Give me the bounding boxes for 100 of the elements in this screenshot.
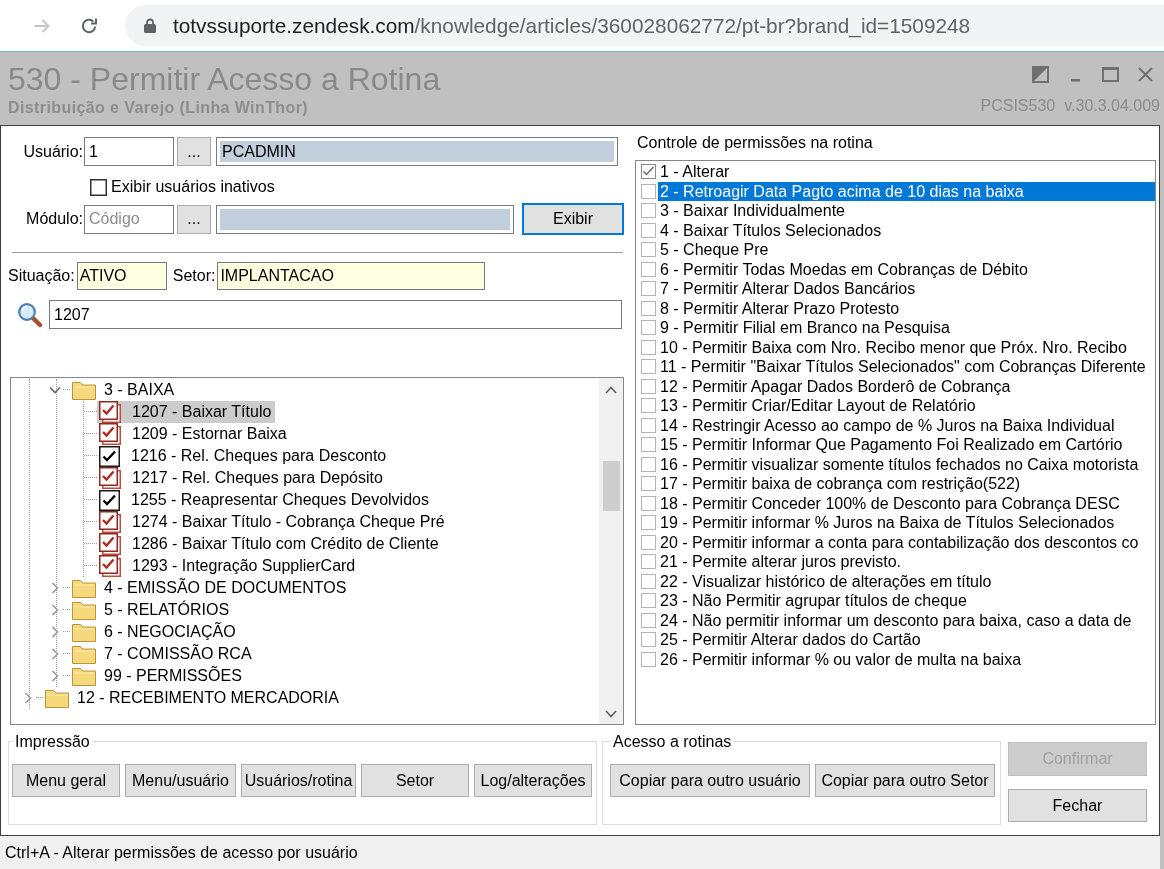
checkbox[interactable] [641, 612, 656, 628]
tree-item[interactable]: 1216 - Rel. Cheques para Desconto [97, 445, 391, 467]
permission-item[interactable]: 6 - Permitir Todas Moedas em Cobranças de Débito [658, 259, 1155, 279]
checkbox[interactable] [641, 651, 656, 667]
tree-item[interactable]: 3 - BAIXA [70, 379, 179, 401]
permission-item[interactable]: 12 - Permitir Apagar Dados Borderô de Cobrança [658, 376, 1155, 396]
permission-item[interactable]: 5 - Cheque Pre [658, 240, 1155, 260]
checkbox[interactable] [641, 164, 656, 180]
permission-item[interactable]: 23 - Não Permitir agrupar títulos de cheque [658, 591, 1155, 611]
permission-item[interactable]: 9 - Permitir Filial em Branco na Pesquisa [658, 318, 1155, 338]
tree-item[interactable]: 4 - EMISSÃO DE DOCUMENTOS [70, 577, 351, 599]
checkbox[interactable] [641, 593, 656, 609]
checkbox[interactable] [99, 489, 120, 511]
close-icon[interactable] [1137, 66, 1154, 83]
permission-item[interactable]: 22 - Visualizar histórico de alterações em título [658, 571, 1155, 591]
chevron-down-icon[interactable] [49, 384, 61, 396]
checkbox[interactable] [90, 178, 107, 196]
copy-button[interactable]: Copiar para outro usuário [610, 764, 810, 797]
checkbox[interactable] [641, 573, 656, 589]
permission-item[interactable]: 3 - Baixar Individualmente [658, 201, 1155, 221]
checkbox[interactable] [641, 437, 656, 453]
chevron-right-icon[interactable] [49, 648, 61, 660]
tree-item[interactable]: 1274 - Baixar Título - Cobrança Cheque Pré [97, 511, 449, 533]
tree-item[interactable]: 99 - PERMISSÕES [70, 665, 246, 687]
checkbox[interactable] [99, 533, 121, 555]
report-button[interactable]: Setor [361, 764, 469, 797]
chevron-down-icon[interactable] [605, 710, 617, 718]
tree-item[interactable]: 1293 - Integração SupplierCard [97, 555, 360, 577]
checkbox[interactable] [99, 423, 121, 445]
permission-item[interactable]: 24 - Não permitir informar um desconto para baixa, caso a data de [658, 610, 1155, 630]
checkbox[interactable] [641, 398, 656, 414]
permission-item[interactable]: 18 - Permitir Conceder 100% de Desconto para Cobrança DESC [658, 493, 1155, 513]
permission-item[interactable]: 14 - Restringir Acesso ao campo de % Juros na Baixa Individual [658, 415, 1155, 435]
checkbox[interactable] [641, 339, 656, 355]
permission-item[interactable]: 10 - Permitir Baixa com Nro. Recibo menor que Próx. Nro. Recibo [658, 337, 1155, 357]
report-button[interactable]: Menu/usuário [125, 764, 236, 797]
checkbox[interactable] [641, 203, 656, 219]
permission-item[interactable]: 19 - Permitir informar % Juros na Baixa de Títulos Selecionados [658, 513, 1155, 533]
chevron-right-icon[interactable] [49, 582, 61, 594]
checkbox[interactable] [99, 467, 121, 489]
permission-item[interactable]: 17 - Permitir baixa de cobrança com restrição(522) [658, 474, 1155, 494]
permission-item[interactable]: 7 - Permitir Alterar Dados Bancários [658, 279, 1155, 299]
tree-item[interactable]: 1207 - Baixar Título [97, 401, 276, 423]
report-button[interactable]: Usuários/rotina [241, 764, 356, 797]
permission-item[interactable]: 13 - Permitir Criar/Editar Layout de Relatório [658, 396, 1155, 416]
checkbox[interactable] [99, 445, 120, 467]
split-square-icon[interactable] [1032, 66, 1049, 83]
maximize-icon[interactable] [1102, 66, 1119, 83]
tree-item[interactable]: 6 - NEGOCIAÇÃO [70, 621, 240, 643]
user-code-input[interactable]: 1 [84, 137, 174, 166]
tree-item[interactable]: 1255 - Reapresentar Cheques Devolvidos [97, 489, 433, 511]
checkbox[interactable] [641, 300, 656, 316]
search-input[interactable]: 1207 [49, 300, 622, 329]
lookup-button[interactable]: ... [177, 204, 211, 234]
scrollbar[interactable] [599, 378, 623, 724]
permission-item[interactable]: 4 - Baixar Títulos Selecionados [658, 220, 1155, 240]
chevron-up-icon[interactable] [605, 386, 617, 394]
report-button[interactable]: Log/alterações [474, 764, 592, 797]
checkbox[interactable] [641, 183, 656, 199]
checkbox[interactable] [641, 554, 656, 570]
tree-item[interactable]: 12 - RECEBIMENTO MERCADORIA [43, 687, 343, 709]
checkbox[interactable] [99, 401, 121, 423]
checkbox[interactable] [99, 555, 121, 577]
permission-item[interactable]: 15 - Permitir Informar Que Pagamento Foi Realizado em Cartório [658, 435, 1155, 455]
checkbox[interactable] [99, 511, 121, 533]
address-bar[interactable]: totvssuporte.zendesk.com/knowledge/articles/360028062772/pt-br?brand_id=1509248 [125, 5, 1164, 46]
scrollbar-thumb[interactable] [602, 461, 620, 511]
chevron-right-icon[interactable] [49, 626, 61, 638]
checkbox[interactable] [641, 359, 656, 375]
tree-item[interactable]: 1217 - Rel. Cheques para Depósito [97, 467, 387, 489]
permission-item[interactable]: 20 - Permitir informar a conta para contabilização dos descontos co [658, 532, 1155, 552]
tree-item[interactable]: 1209 - Estornar Baixa [97, 423, 291, 445]
chevron-right-icon[interactable] [49, 670, 61, 682]
module-code-input[interactable]: Código [84, 204, 174, 234]
permission-item[interactable]: 25 - Permitir Alterar dados do Cartão [658, 630, 1155, 650]
report-button[interactable]: Menu geral [12, 764, 120, 797]
checkbox[interactable] [641, 417, 656, 433]
chevron-right-icon[interactable] [49, 604, 61, 616]
tree-item[interactable]: 7 - COMISSÃO RCA [70, 643, 256, 665]
checkbox[interactable] [641, 378, 656, 394]
checkbox[interactable] [641, 281, 656, 297]
checkbox[interactable] [641, 456, 656, 472]
action-button[interactable]: Fechar [1008, 789, 1147, 822]
permission-item[interactable]: 2 - Retroagir Data Pagto acima de 10 dias na baixa [658, 181, 1155, 201]
checkbox[interactable] [641, 632, 656, 648]
checkbox[interactable] [641, 222, 656, 238]
checkbox[interactable] [641, 320, 656, 336]
permission-item[interactable]: 21 - Permite alterar juros previsto. [658, 552, 1155, 572]
permission-item[interactable]: 11 - Permitir "Baixar Títulos Selecionados" com Cobranças Diferente [658, 357, 1155, 377]
permission-item[interactable]: 1 - Alterar [658, 162, 1155, 182]
checkbox[interactable] [641, 495, 656, 511]
checkbox[interactable] [641, 534, 656, 550]
tree-item[interactable]: 5 - RELATÓRIOS [70, 599, 234, 621]
permission-item[interactable]: 16 - Permitir visualizar somente títulos fechados no Caixa motorista [658, 454, 1155, 474]
chevron-right-icon[interactable] [22, 692, 34, 704]
checkbox[interactable] [641, 242, 656, 258]
reload-icon[interactable] [80, 16, 98, 35]
copy-button[interactable]: Copiar para outro Setor [815, 764, 995, 797]
checkbox[interactable] [641, 476, 656, 492]
show-button[interactable]: Exibir [522, 203, 624, 235]
